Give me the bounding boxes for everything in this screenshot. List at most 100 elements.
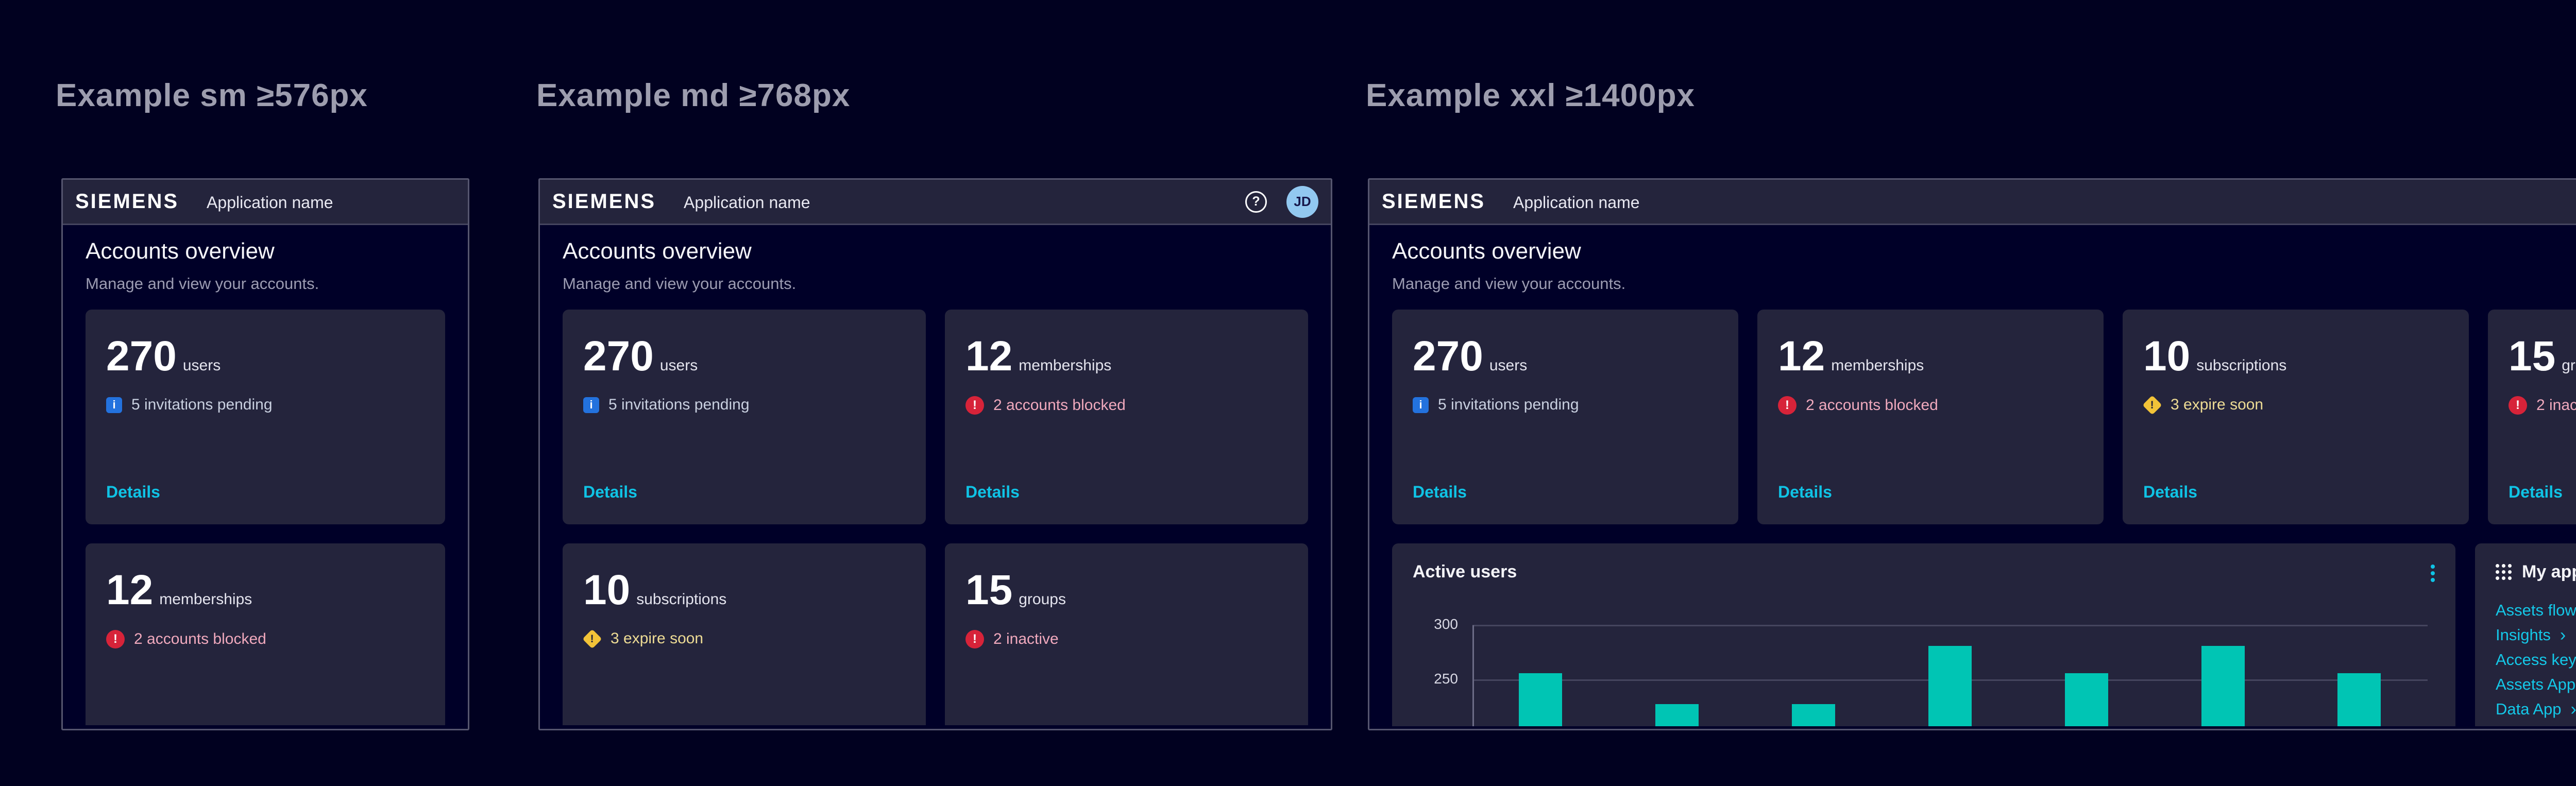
error-icon [106, 630, 125, 648]
active-users-chart-card: Active users 300 250 [1392, 543, 2455, 726]
example-title-sm: Example sm ≥576px [56, 77, 368, 114]
details-link[interactable]: Details [2509, 483, 2563, 502]
y-axis-tick: 250 [1415, 671, 1458, 687]
apps-grid-icon [2496, 564, 2499, 568]
stat-unit: memberships [1019, 357, 1111, 374]
warning-icon [2142, 395, 2162, 415]
example-title-xxl: Example xxl ≥1400px [1366, 77, 1695, 114]
stat-card-memberships: 12 memberships 2 accounts blocked [86, 543, 445, 725]
chevron-right-icon: › [2560, 627, 2566, 643]
bar [1655, 704, 1699, 726]
app-window-xxl: SIEMENS Application name ? JD Accounts o… [1368, 178, 2576, 730]
status-text: 2 inactive [993, 630, 1059, 648]
siemens-logo: SIEMENS [552, 190, 656, 213]
details-link[interactable]: Details [1413, 483, 1467, 502]
stat-value: 12 [965, 335, 1012, 378]
stat-unit: users [1489, 357, 1527, 374]
chart-title: Active users [1413, 562, 1517, 582]
example-title-md: Example md ≥768px [536, 77, 850, 114]
status-text: 5 invitations pending [1438, 396, 1579, 414]
page-title: Accounts overview [1392, 238, 2576, 264]
app-header: SIEMENS Application name ? JD [540, 180, 1331, 225]
status-text: 3 expire soon [2171, 396, 2263, 414]
error-icon [2509, 396, 2527, 415]
bar [2337, 673, 2381, 726]
info-icon [1413, 397, 1429, 413]
info-icon [106, 397, 122, 413]
status-text: 2 inactive [2536, 397, 2576, 414]
stat-value: 15 [965, 569, 1012, 611]
application-name: Application name [1513, 193, 1639, 212]
app-link-data-app[interactable]: Data App› [2496, 702, 2576, 717]
stat-card-groups: 15 groups 2 inactive [945, 543, 1308, 725]
stat-value: 270 [1413, 335, 1483, 378]
stat-value: 15 [2509, 335, 2555, 378]
stat-card-users: 270 users 5 invitations pending Details [86, 310, 445, 524]
stat-card-memberships: 12 memberships 2 accounts blocked Detail… [945, 310, 1308, 524]
details-link[interactable]: Details [106, 483, 160, 502]
bar [1519, 673, 1562, 726]
stat-unit: subscriptions [2196, 357, 2286, 374]
stat-unit: users [660, 357, 698, 374]
app-link-assets-app[interactable]: Assets App› [2496, 677, 2576, 692]
stat-card-memberships: 12 memberships 2 accounts blocked Detail… [1757, 310, 2104, 524]
status-text: 2 accounts blocked [134, 630, 266, 648]
warning-icon [582, 629, 602, 648]
app-link-insights[interactable]: Insights› [2496, 627, 2566, 643]
details-link[interactable]: Details [2143, 483, 2197, 502]
stat-card-users: 270 users 5 invitations pending Details [1392, 310, 1738, 524]
stat-unit: memberships [159, 591, 252, 608]
stat-value: 12 [106, 569, 153, 611]
app-header: SIEMENS Application name [63, 180, 468, 225]
stat-card-subscriptions: 10 subscriptions 3 expire soon [563, 543, 926, 725]
chart-plot: 300 250 [1415, 600, 2433, 726]
kebab-menu-icon[interactable] [2431, 565, 2435, 569]
status-text: 3 expire soon [611, 630, 703, 647]
siemens-logo: SIEMENS [1382, 190, 1485, 213]
bar [1928, 646, 1972, 726]
stat-unit: groups [1019, 591, 1066, 608]
info-icon [583, 397, 599, 413]
my-apps-title: My apps [2522, 562, 2576, 582]
page-title: Accounts overview [563, 238, 1308, 264]
status-text: 2 accounts blocked [1806, 397, 1938, 414]
y-axis-tick: 300 [1415, 616, 1458, 633]
page-subtitle: Manage and view your accounts. [563, 275, 1308, 293]
help-icon[interactable]: ? [1245, 191, 1267, 213]
error-icon [1778, 396, 1797, 415]
stat-value: 10 [583, 569, 630, 611]
my-apps-card: My apps Assets flow› Insights› Access ke… [2475, 543, 2576, 726]
error-icon [965, 396, 984, 415]
app-link-access-key[interactable]: Access key› [2496, 652, 2576, 668]
chart-bars [1472, 600, 2428, 726]
error-icon [965, 630, 984, 648]
stat-value: 270 [106, 335, 177, 378]
bar [2065, 673, 2108, 726]
stat-value: 12 [1778, 335, 1825, 378]
stat-unit: users [183, 357, 221, 374]
status-text: 5 invitations pending [131, 396, 273, 414]
stat-value: 270 [583, 335, 654, 378]
page-subtitle: Manage and view your accounts. [86, 275, 445, 293]
application-name: Application name [684, 193, 810, 212]
stat-card-subscriptions: 10 subscriptions 3 expire soon Details [2123, 310, 2469, 524]
page-subtitle: Manage and view your accounts. [1392, 275, 2576, 293]
details-link[interactable]: Details [583, 483, 637, 502]
stat-unit: groups [2562, 357, 2576, 374]
application-name: Application name [207, 193, 333, 212]
status-text: 5 invitations pending [608, 396, 750, 414]
app-header: SIEMENS Application name ? JD [1369, 180, 2576, 225]
app-window-sm: SIEMENS Application name Accounts overvi… [61, 178, 469, 730]
chevron-right-icon: › [2571, 702, 2576, 717]
stat-card-users: 270 users 5 invitations pending Details [563, 310, 926, 524]
details-link[interactable]: Details [965, 483, 1020, 502]
siemens-logo: SIEMENS [75, 190, 179, 213]
stat-unit: memberships [1831, 357, 1924, 374]
app-window-md: SIEMENS Application name ? JD Accounts o… [538, 178, 1332, 730]
details-link[interactable]: Details [1778, 483, 1832, 502]
stat-value: 10 [2143, 335, 2190, 378]
stat-card-groups: 15 groups 2 inactive Details [2488, 310, 2576, 524]
avatar[interactable]: JD [1286, 186, 1318, 218]
page-title: Accounts overview [86, 238, 445, 264]
app-link-assets-flow[interactable]: Assets flow› [2496, 603, 2576, 618]
